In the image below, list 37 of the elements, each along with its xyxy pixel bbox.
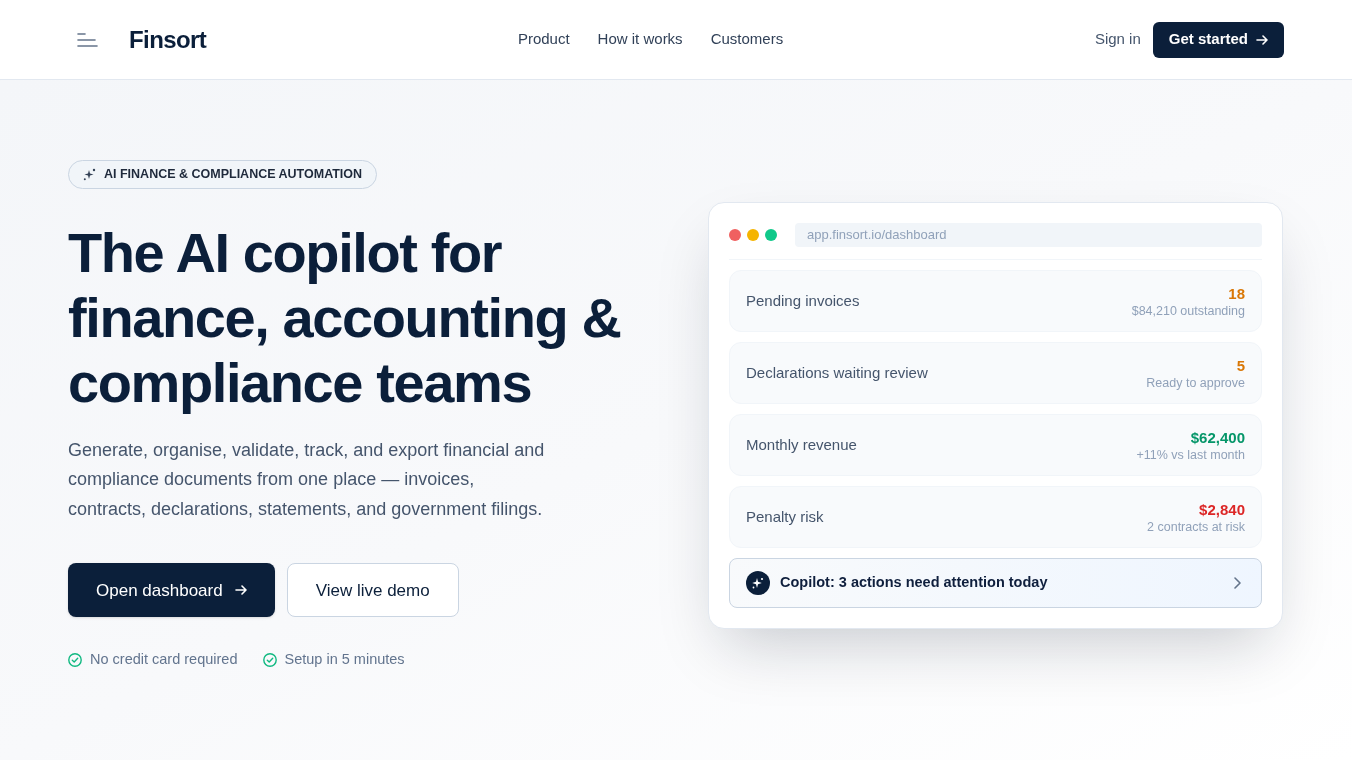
hero-description: Generate, organise, validate, track, and export financial and compliance documents from one place — invoices, contracts, declarations, statements, and government filings. — [68, 438, 546, 521]
metric-value: $62,400 — [1190, 427, 1245, 447]
metric-value: 18 — [1228, 283, 1245, 303]
nav-link[interactable]: Customers — [710, 28, 784, 51]
url-bar: app.finsort.io/dashboard — [795, 223, 1262, 247]
metric-note: +11% vs last month — [1136, 446, 1245, 463]
chevron-right-icon — [1234, 577, 1241, 589]
metric-note: Ready to approve — [1146, 374, 1245, 391]
nav-link[interactable]: Product — [517, 28, 570, 51]
get-started-button[interactable]: Get started — [1152, 21, 1284, 58]
sparkle-icon — [746, 571, 770, 595]
logo-text[interactable]: Finsort — [129, 21, 207, 58]
metric-label: Pending invoices — [746, 290, 860, 311]
metric-label: Penalty risk — [746, 506, 824, 527]
live-demo-button[interactable]: View live demo — [286, 563, 459, 618]
window-dots-icon — [729, 229, 777, 241]
nav-link[interactable]: How it works — [597, 28, 683, 51]
perk-text: Setup in 5 minutes — [284, 650, 405, 670]
check-circle-icon — [262, 653, 277, 668]
check-circle-icon — [68, 653, 82, 668]
copilot-message: Copilot: 3 actions need attention today — [780, 573, 1049, 593]
metric-note: $84,210 outstanding — [1131, 302, 1245, 319]
category-label: AI FINANCE & COMPLIANCE AUTOMATION — [104, 166, 363, 183]
sparkle-icon — [83, 167, 96, 181]
hero-heading: The AI copilot for finance, accounting & compliance teams — [68, 219, 622, 415]
metric-label: Monthly revenue — [746, 434, 857, 455]
metric-value: 5 — [1236, 355, 1245, 375]
metric-label: Declarations waiting review — [746, 362, 928, 383]
perk-text: No credit card required — [90, 650, 238, 670]
copilot-banner[interactable]: Copilot: 3 actions need attention today — [729, 558, 1262, 608]
metric-note: 2 contracts at risk — [1147, 518, 1245, 535]
logo-lines-icon — [77, 32, 98, 47]
open-dashboard-button[interactable]: Open dashboard — [68, 563, 275, 618]
arrow-right-icon — [234, 585, 247, 596]
sign-in-link[interactable]: Sign in — [1094, 28, 1141, 51]
arrow-right-icon — [1256, 34, 1268, 45]
metric-value: $2,840 — [1199, 499, 1245, 519]
